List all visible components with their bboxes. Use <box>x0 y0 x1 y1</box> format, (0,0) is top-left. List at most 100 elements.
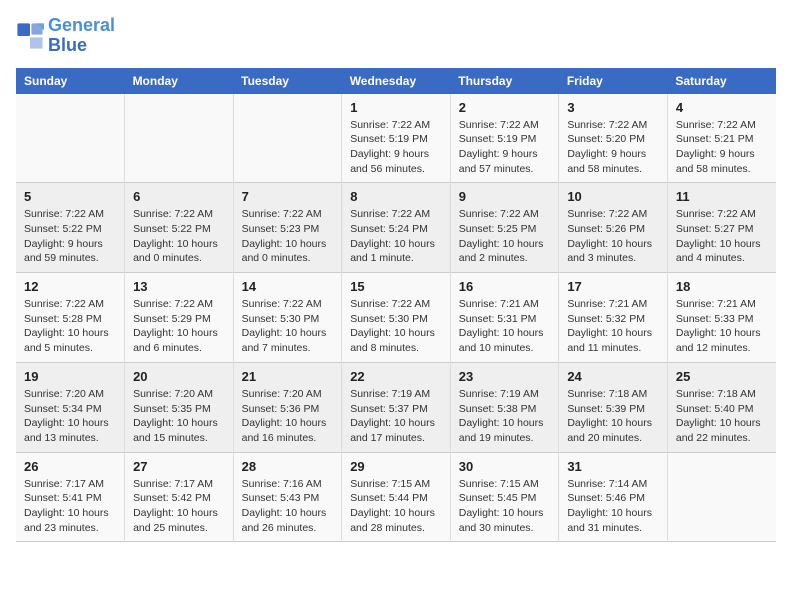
day-info: Sunrise: 7:22 AM Sunset: 5:30 PM Dayligh… <box>242 297 334 356</box>
logo-text: GeneralBlue <box>48 16 115 56</box>
day-cell-11: 11 Sunrise: 7:22 AM Sunset: 5:27 PM Dayli… <box>667 183 776 273</box>
day-cell-3: 3Sunrise: 7:22 AM Sunset: 5:20 PM Daylig… <box>559 94 668 183</box>
day-number: 12 <box>24 279 116 294</box>
day-info: Sunrise: 7:14 AM Sunset: 5:46 PM Dayligh… <box>567 477 659 536</box>
day-info: Sunrise: 7:15 AM Sunset: 5:44 PM Dayligh… <box>350 477 442 536</box>
day-info: Sunrise: 7:16 AM Sunset: 5:43 PM Dayligh… <box>242 477 334 536</box>
day-cell-24: 24Sunrise: 7:18 AM Sunset: 5:39 PM Dayli… <box>559 362 668 452</box>
day-cell-13: 13Sunrise: 7:22 AM Sunset: 5:29 PM Dayli… <box>125 273 234 363</box>
day-number: 4 <box>676 100 768 115</box>
day-number: 21 <box>242 369 334 384</box>
day-cell-9: 9Sunrise: 7:22 AM Sunset: 5:25 PM Daylig… <box>450 183 559 273</box>
day-info: Sunrise: 7:20 AM Sunset: 5:36 PM Dayligh… <box>242 387 334 446</box>
day-number: 20 <box>133 369 225 384</box>
day-info: Sunrise: 7:19 AM Sunset: 5:38 PM Dayligh… <box>459 387 551 446</box>
day-cell-8: 8Sunrise: 7:22 AM Sunset: 5:24 PM Daylig… <box>342 183 451 273</box>
day-cell-19: 19Sunrise: 7:20 AM Sunset: 5:34 PM Dayli… <box>16 362 125 452</box>
day-number: 28 <box>242 459 334 474</box>
day-number: 24 <box>567 369 659 384</box>
day-number: 31 <box>567 459 659 474</box>
day-cell-14: 14 Sunrise: 7:22 AM Sunset: 5:30 PM Dayli… <box>233 273 342 363</box>
day-info: Sunrise: 7:18 AM Sunset: 5:40 PM Dayligh… <box>676 387 768 446</box>
day-number: 8 <box>350 189 442 204</box>
day-number: 2 <box>459 100 551 115</box>
weekday-row: SundayMondayTuesdayWednesdayThursdayFrid… <box>16 68 776 94</box>
weekday-header-wednesday: Wednesday <box>342 68 451 94</box>
day-number: 18 <box>676 279 768 294</box>
day-info: Sunrise: 7:22 AM Sunset: 5:30 PM Dayligh… <box>350 297 442 356</box>
day-info: Sunrise: 7:22 AM Sunset: 5:26 PM Dayligh… <box>567 207 659 266</box>
week-row-1: 1 Sunrise: 7:22 AM Sunset: 5:19 PM Daylig… <box>16 94 776 183</box>
day-cell-12: 12 Sunrise: 7:22 AM Sunset: 5:28 PM Dayli… <box>16 273 125 363</box>
day-number: 23 <box>459 369 551 384</box>
day-cell-31: 31 Sunrise: 7:14 AM Sunset: 5:46 PM Dayli… <box>559 452 668 542</box>
day-info: Sunrise: 7:22 AM Sunset: 5:22 PM Dayligh… <box>24 207 116 266</box>
day-info: Sunrise: 7:21 AM Sunset: 5:33 PM Dayligh… <box>676 297 768 356</box>
calendar-body: 1 Sunrise: 7:22 AM Sunset: 5:19 PM Daylig… <box>16 94 776 542</box>
empty-cell <box>667 452 776 542</box>
weekday-header-sunday: Sunday <box>16 68 125 94</box>
day-number: 25 <box>676 369 768 384</box>
weekday-header-tuesday: Tuesday <box>233 68 342 94</box>
day-info: Sunrise: 7:22 AM Sunset: 5:29 PM Dayligh… <box>133 297 225 356</box>
day-cell-29: 29Sunrise: 7:15 AM Sunset: 5:44 PM Dayli… <box>342 452 451 542</box>
day-cell-6: 6 Sunrise: 7:22 AM Sunset: 5:22 PM Daylig… <box>125 183 234 273</box>
day-info: Sunrise: 7:17 AM Sunset: 5:41 PM Dayligh… <box>24 477 116 536</box>
day-number: 1 <box>350 100 442 115</box>
day-cell-23: 23 Sunrise: 7:19 AM Sunset: 5:38 PM Dayli… <box>450 362 559 452</box>
day-cell-10: 10 Sunrise: 7:22 AM Sunset: 5:26 PM Dayli… <box>559 183 668 273</box>
day-info: Sunrise: 7:22 AM Sunset: 5:27 PM Dayligh… <box>676 207 768 266</box>
day-cell-1: 1 Sunrise: 7:22 AM Sunset: 5:19 PM Daylig… <box>342 94 451 183</box>
week-row-2: 5 Sunrise: 7:22 AM Sunset: 5:22 PM Daylig… <box>16 183 776 273</box>
day-info: Sunrise: 7:22 AM Sunset: 5:19 PM Dayligh… <box>350 118 442 177</box>
weekday-header-friday: Friday <box>559 68 668 94</box>
day-number: 6 <box>133 189 225 204</box>
day-number: 17 <box>567 279 659 294</box>
day-number: 22 <box>350 369 442 384</box>
day-info: Sunrise: 7:17 AM Sunset: 5:42 PM Dayligh… <box>133 477 225 536</box>
day-number: 5 <box>24 189 116 204</box>
day-info: Sunrise: 7:22 AM Sunset: 5:19 PM Dayligh… <box>459 118 551 177</box>
day-number: 15 <box>350 279 442 294</box>
day-cell-16: 16Sunrise: 7:21 AM Sunset: 5:31 PM Dayli… <box>450 273 559 363</box>
day-cell-26: 26 Sunrise: 7:17 AM Sunset: 5:41 PM Dayli… <box>16 452 125 542</box>
week-row-3: 12 Sunrise: 7:22 AM Sunset: 5:28 PM Dayli… <box>16 273 776 363</box>
day-cell-4: 4 Sunrise: 7:22 AM Sunset: 5:21 PM Daylig… <box>667 94 776 183</box>
day-number: 11 <box>676 189 768 204</box>
day-cell-22: 22Sunrise: 7:19 AM Sunset: 5:37 PM Dayli… <box>342 362 451 452</box>
day-info: Sunrise: 7:15 AM Sunset: 5:45 PM Dayligh… <box>459 477 551 536</box>
day-info: Sunrise: 7:22 AM Sunset: 5:22 PM Dayligh… <box>133 207 225 266</box>
week-row-5: 26 Sunrise: 7:17 AM Sunset: 5:41 PM Dayli… <box>16 452 776 542</box>
day-info: Sunrise: 7:21 AM Sunset: 5:31 PM Dayligh… <box>459 297 551 356</box>
day-cell-21: 21 Sunrise: 7:20 AM Sunset: 5:36 PM Dayli… <box>233 362 342 452</box>
day-cell-15: 15 Sunrise: 7:22 AM Sunset: 5:30 PM Dayli… <box>342 273 451 363</box>
day-number: 30 <box>459 459 551 474</box>
day-cell-18: 18 Sunrise: 7:21 AM Sunset: 5:33 PM Dayli… <box>667 273 776 363</box>
day-number: 7 <box>242 189 334 204</box>
day-cell-17: 17Sunrise: 7:21 AM Sunset: 5:32 PM Dayli… <box>559 273 668 363</box>
day-cell-27: 27Sunrise: 7:17 AM Sunset: 5:42 PM Dayli… <box>125 452 234 542</box>
day-cell-25: 25 Sunrise: 7:18 AM Sunset: 5:40 PM Dayli… <box>667 362 776 452</box>
day-info: Sunrise: 7:20 AM Sunset: 5:35 PM Dayligh… <box>133 387 225 446</box>
calendar-table: SundayMondayTuesdayWednesdayThursdayFrid… <box>16 68 776 543</box>
day-info: Sunrise: 7:20 AM Sunset: 5:34 PM Dayligh… <box>24 387 116 446</box>
logo-icon <box>16 22 44 50</box>
day-cell-20: 20 Sunrise: 7:20 AM Sunset: 5:35 PM Dayli… <box>125 362 234 452</box>
logo: GeneralBlue <box>16 16 115 56</box>
day-number: 9 <box>459 189 551 204</box>
calendar-header: SundayMondayTuesdayWednesdayThursdayFrid… <box>16 68 776 94</box>
empty-cell <box>125 94 234 183</box>
day-info: Sunrise: 7:22 AM Sunset: 5:20 PM Dayligh… <box>567 118 659 177</box>
day-number: 14 <box>242 279 334 294</box>
day-cell-7: 7 Sunrise: 7:22 AM Sunset: 5:23 PM Daylig… <box>233 183 342 273</box>
day-info: Sunrise: 7:22 AM Sunset: 5:21 PM Dayligh… <box>676 118 768 177</box>
empty-cell <box>233 94 342 183</box>
day-cell-2: 2 Sunrise: 7:22 AM Sunset: 5:19 PM Daylig… <box>450 94 559 183</box>
day-number: 10 <box>567 189 659 204</box>
day-number: 26 <box>24 459 116 474</box>
day-info: Sunrise: 7:22 AM Sunset: 5:23 PM Dayligh… <box>242 207 334 266</box>
day-cell-28: 28 Sunrise: 7:16 AM Sunset: 5:43 PM Dayli… <box>233 452 342 542</box>
week-row-4: 19Sunrise: 7:20 AM Sunset: 5:34 PM Dayli… <box>16 362 776 452</box>
empty-cell <box>16 94 125 183</box>
day-info: Sunrise: 7:22 AM Sunset: 5:28 PM Dayligh… <box>24 297 116 356</box>
